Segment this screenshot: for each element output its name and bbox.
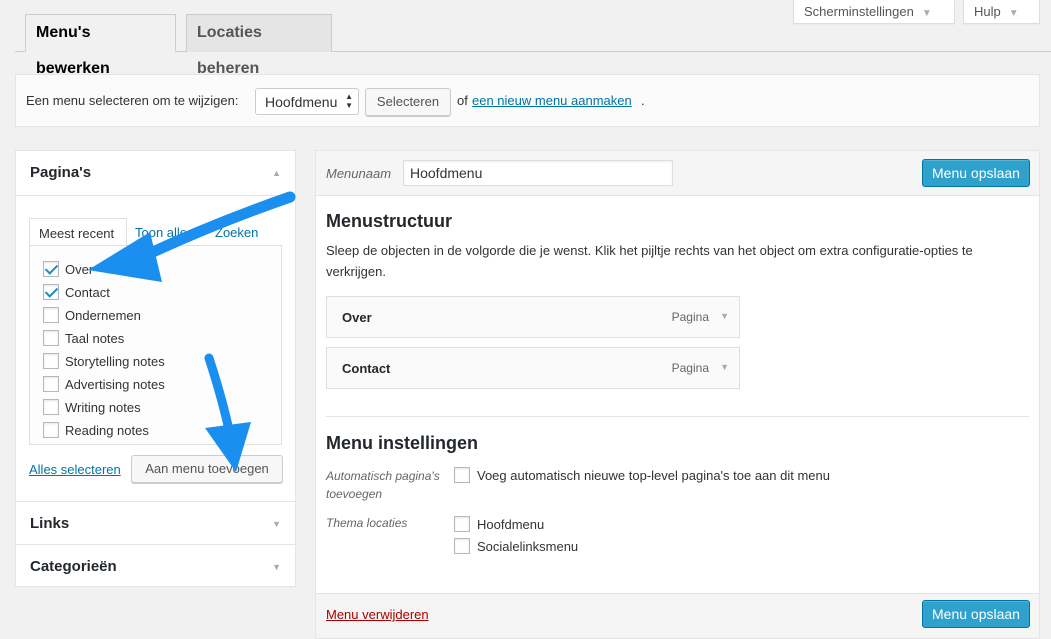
annotation-arrow-checkboxes xyxy=(88,191,296,472)
